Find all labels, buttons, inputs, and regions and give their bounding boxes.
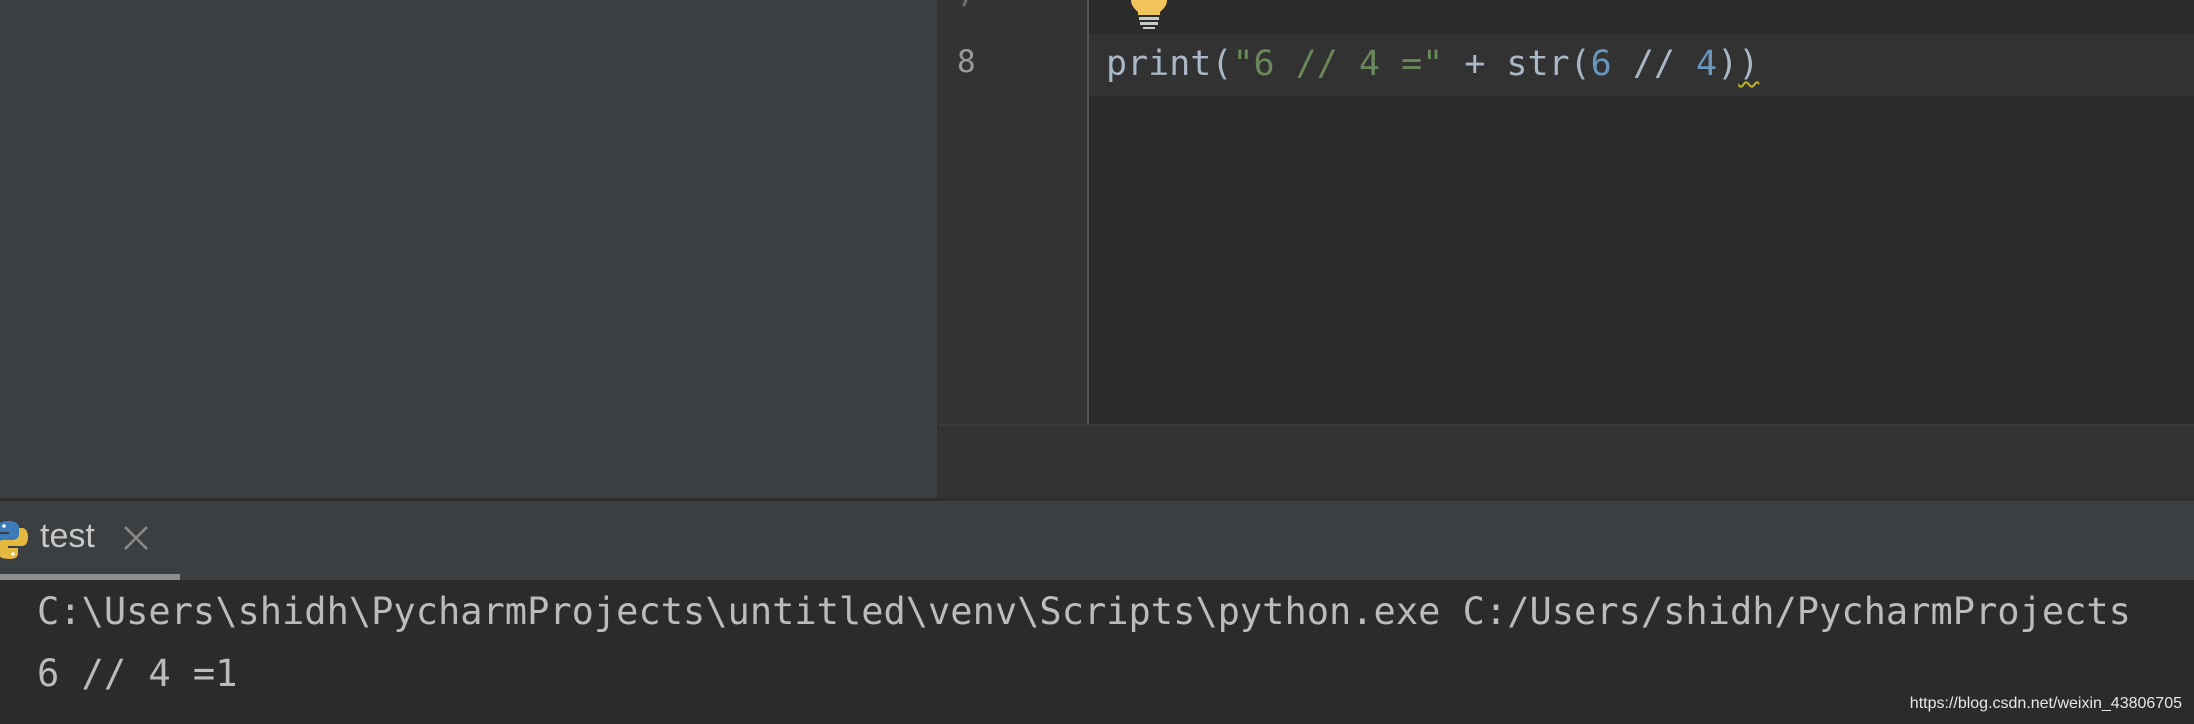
code-token-operator: // [1611, 44, 1697, 84]
code-line-8[interactable]: print("6 // 4 =" + str(6 // 4)) [1106, 40, 1759, 88]
editor-bottom-area [939, 424, 2194, 498]
line-number-7: 7 [957, 0, 976, 14]
watermark-text: https://blog.csdn.net/weixin_43806705 [1909, 695, 2182, 712]
code-token-number: 6 [1590, 44, 1612, 84]
code-token-number: 4 [1696, 44, 1718, 84]
console-output-line: 6 // 4 =1 [37, 652, 238, 695]
code-token-paren-warning: ) [1738, 44, 1760, 84]
code-token-operator: + str( [1443, 44, 1591, 84]
run-tab-bar: test [0, 501, 2194, 580]
run-tab-test[interactable]: test [0, 501, 180, 580]
code-editor[interactable]: 7 8 print("6 // 4 =" + str(6 // 4)) [939, 0, 2194, 424]
project-panel [0, 0, 937, 498]
code-token-paren: ) [1717, 44, 1739, 84]
run-console[interactable]: C:\Users\shidh\PycharmProjects\untitled\… [0, 580, 2194, 724]
console-command-line: C:\Users\shidh\PycharmProjects\untitled\… [37, 590, 2131, 633]
line-number-8: 8 [957, 44, 976, 80]
close-icon[interactable] [121, 523, 151, 553]
code-token-string: "6 // 4 =" [1232, 44, 1444, 84]
run-tab-label: test [40, 517, 95, 555]
editor-gutter[interactable]: 7 8 [939, 0, 1087, 424]
lightbulb-icon[interactable] [1129, 0, 1169, 30]
python-icon [0, 521, 28, 559]
code-token-function: print( [1106, 44, 1233, 84]
